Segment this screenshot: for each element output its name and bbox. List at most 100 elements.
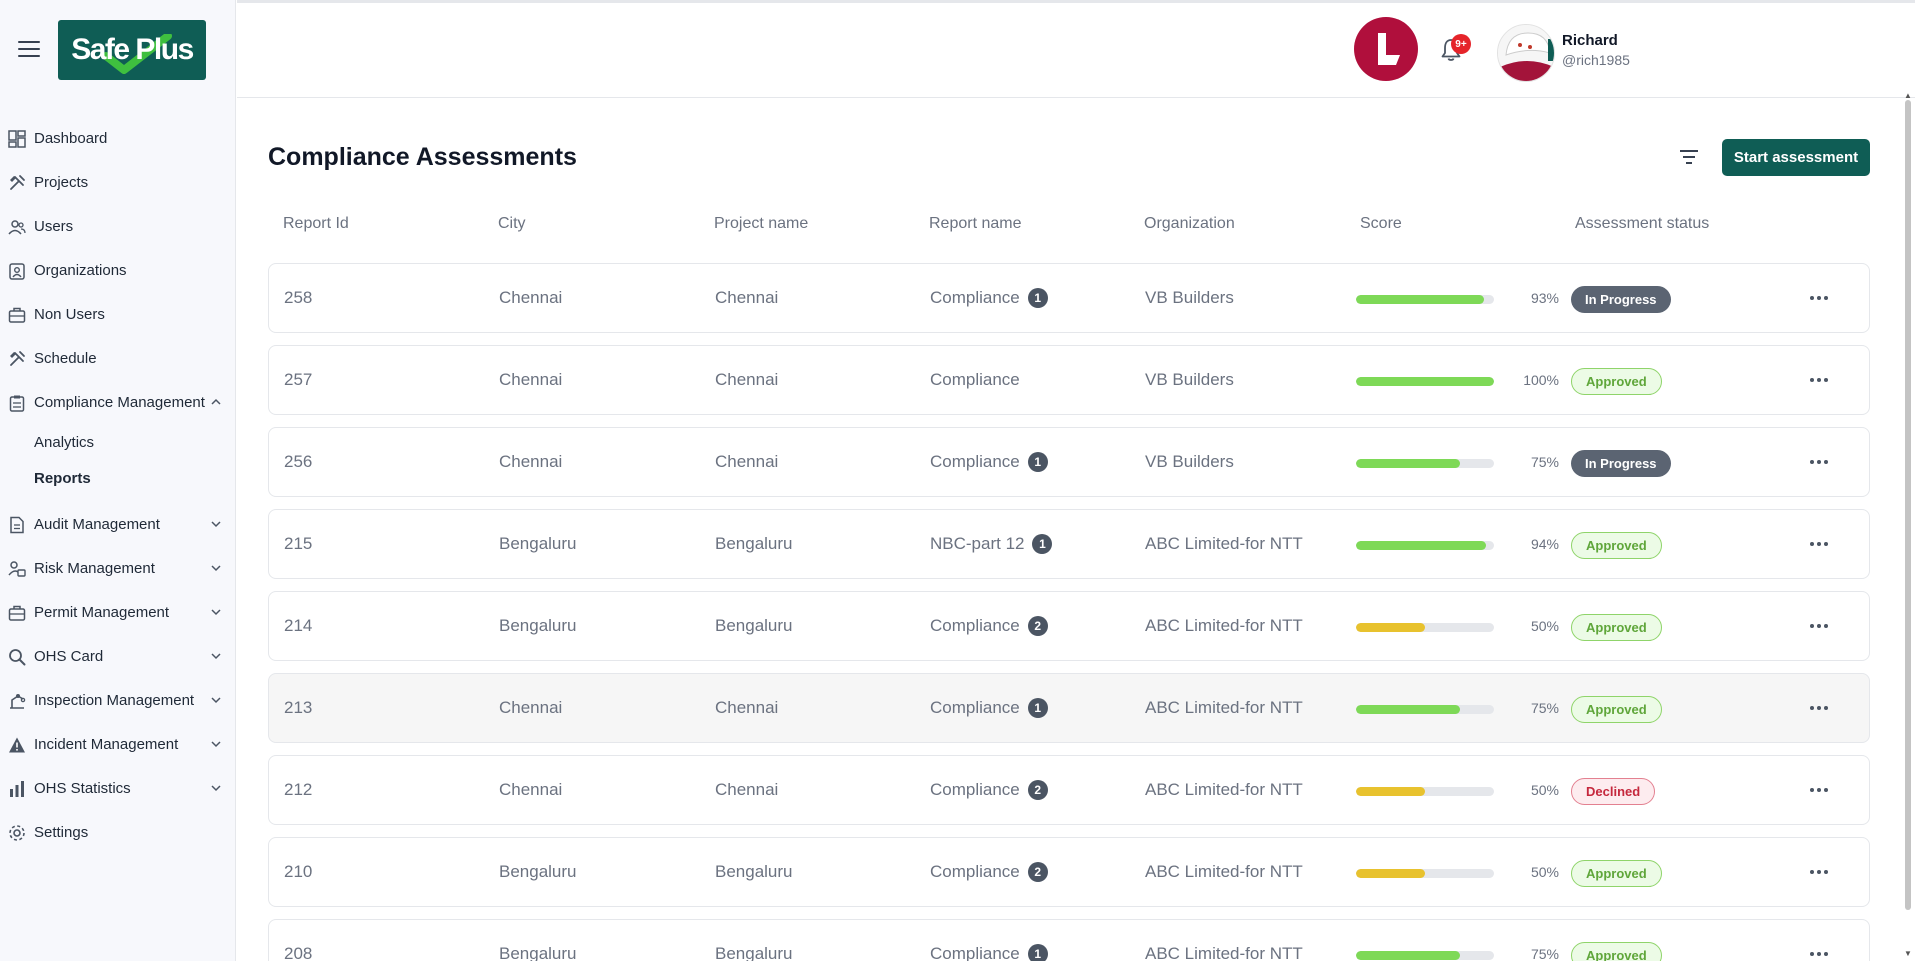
organization-cell: ABC Limited-for NTT — [1145, 944, 1303, 961]
sidebar-item-projects[interactable]: Projects — [0, 160, 236, 204]
table-row[interactable]: 256 Chennai Chennai Compliance 1 VB Builders 7… — [268, 427, 1870, 497]
scroll-down-arrow-icon[interactable]: ▼ — [1903, 948, 1913, 958]
chevron-down-icon[interactable] — [210, 518, 222, 530]
more-actions-icon[interactable] — [1807, 862, 1831, 882]
status-badge: Declined — [1571, 778, 1656, 805]
table-row[interactable]: 258 Chennai Chennai Compliance 1 VB Builders 9… — [268, 263, 1870, 333]
more-actions-icon[interactable] — [1807, 288, 1831, 308]
start-assessment-button[interactable]: Start assessment — [1722, 139, 1870, 176]
table-row[interactable]: 213 Chennai Chennai Compliance 1 ABC Limited-… — [268, 673, 1870, 743]
chevron-down-icon[interactable] — [210, 562, 222, 574]
score-progress-bar — [1356, 459, 1494, 468]
score-progress-fill — [1356, 787, 1425, 796]
sidebar-item-label: Dashboard — [34, 129, 108, 147]
report-id-cell: 208 — [284, 944, 313, 961]
more-actions-icon[interactable] — [1807, 370, 1831, 390]
report-id-cell: 215 — [284, 534, 313, 553]
report-name-cell[interactable]: NBC-part 12 1 — [930, 510, 1053, 578]
hamburger-menu-icon[interactable] — [18, 41, 40, 59]
more-actions-icon[interactable] — [1807, 698, 1831, 718]
filter-icon[interactable] — [1678, 148, 1700, 166]
column-header-city[interactable]: City — [498, 215, 526, 233]
more-actions-icon[interactable] — [1807, 944, 1831, 961]
column-header-score[interactable]: Score — [1360, 215, 1402, 233]
project-name-cell: Chennai — [715, 698, 779, 717]
company-logo[interactable] — [1354, 17, 1418, 81]
table-row[interactable]: 208 Bengaluru Bengaluru Compliance 1 ABC Limi… — [268, 919, 1870, 961]
more-actions-icon[interactable] — [1807, 616, 1831, 636]
chevron-down-icon[interactable] — [210, 606, 222, 618]
more-actions-icon[interactable] — [1807, 534, 1831, 554]
city-cell: Chennai — [499, 698, 563, 717]
chevron-down-icon[interactable] — [210, 694, 222, 706]
project-name-cell: Chennai — [715, 780, 779, 799]
sidebar-item-label: Projects — [34, 173, 89, 191]
chevron-down-icon[interactable] — [210, 650, 222, 662]
more-actions-icon[interactable] — [1807, 780, 1831, 800]
status-badge: In Progress — [1571, 450, 1671, 477]
status-badge: Approved — [1571, 614, 1662, 641]
more-actions-icon[interactable] — [1807, 452, 1831, 472]
safeplus-logo[interactable]: Safe Plus — [58, 20, 206, 80]
report-name-cell[interactable]: Compliance 1 — [930, 428, 1048, 496]
sidebar-item-users[interactable]: Users — [0, 204, 236, 248]
sidebar-item-dashboard[interactable]: Dashboard — [0, 116, 236, 160]
sidebar-item-label: OHS Card — [34, 647, 104, 665]
score-progress-bar — [1356, 705, 1494, 714]
sidebar-subitem-analytics[interactable]: Analytics — [0, 424, 236, 460]
table-row[interactable]: 215 Bengaluru Bengaluru NBC-part 12 1 ABC Lim… — [268, 509, 1870, 579]
sidebar-subitem-reports[interactable]: Reports — [0, 460, 236, 496]
city-cell: Bengaluru — [499, 862, 577, 881]
scrollbar-thumb[interactable] — [1905, 100, 1911, 910]
city-cell: Chennai — [499, 370, 563, 389]
column-header-project-name[interactable]: Project name — [714, 215, 808, 233]
organization-icon — [9, 263, 25, 280]
report-name-cell[interactable]: Compliance — [930, 346, 1020, 414]
city-cell: Bengaluru — [499, 534, 577, 553]
organization-cell: VB Builders — [1145, 452, 1234, 471]
column-header-assessment-status[interactable]: Assessment status — [1575, 215, 1709, 233]
bar-chart-icon — [10, 781, 24, 797]
score-percent: 75% — [1530, 454, 1559, 470]
organization-cell: ABC Limited-for NTT — [1145, 862, 1303, 881]
chevron-down-icon[interactable] — [210, 738, 222, 750]
table-row[interactable]: 257 Chennai Chennai Compliance VB Builders 10… — [268, 345, 1870, 415]
sidebar-item-ohs-statistics[interactable]: OHS Statistics — [0, 766, 236, 810]
column-header-report-id[interactable]: Report Id — [283, 215, 349, 233]
organization-cell: ABC Limited-for NTT — [1145, 780, 1303, 799]
sidebar-item-audit-management[interactable]: Audit Management — [0, 502, 236, 546]
report-name-cell[interactable]: Compliance 1 — [930, 674, 1048, 742]
column-header-organization[interactable]: Organization — [1144, 215, 1235, 233]
chevron-down-icon[interactable] — [210, 782, 222, 794]
scroll-up-arrow-icon[interactable]: ▲ — [1903, 90, 1913, 100]
sidebar-item-compliance-management[interactable]: Compliance Management — [0, 380, 236, 424]
table-row[interactable]: 212 Chennai Chennai Compliance 2 ABC Limited-… — [268, 755, 1870, 825]
report-name-cell[interactable]: Compliance 2 — [930, 592, 1048, 660]
report-name-cell[interactable]: Compliance 2 — [930, 838, 1048, 906]
sidebar-item-non-users[interactable]: Non Users — [0, 292, 236, 336]
score-progress-fill — [1356, 459, 1460, 468]
sidebar-item-schedule[interactable]: Schedule — [0, 336, 236, 380]
document-icon — [10, 516, 24, 534]
score-percent: 100% — [1523, 372, 1559, 388]
sidebar-item-incident-management[interactable]: Incident Management — [0, 722, 236, 766]
user-name[interactable]: Richard — [1562, 32, 1618, 49]
chevron-up-icon[interactable] — [210, 396, 222, 408]
table-row[interactable]: 210 Bengaluru Bengaluru Compliance 2 ABC Limi… — [268, 837, 1870, 907]
score-progress-fill — [1356, 951, 1460, 960]
sidebar-item-inspection-management[interactable]: Inspection Management — [0, 678, 236, 722]
column-header-report-name[interactable]: Report name — [929, 215, 1022, 233]
sidebar-item-organizations[interactable]: Organizations — [0, 248, 236, 292]
report-id-cell: 257 — [284, 370, 313, 389]
report-name-cell[interactable]: Compliance 2 — [930, 756, 1048, 824]
table-row[interactable]: 214 Bengaluru Bengaluru Compliance 2 ABC Limi… — [268, 591, 1870, 661]
sidebar-item-ohs-card[interactable]: OHS Card — [0, 634, 236, 678]
avatar[interactable] — [1497, 24, 1555, 82]
report-name-cell[interactable]: Compliance 1 — [930, 920, 1048, 961]
status-badge: Approved — [1571, 532, 1662, 559]
sidebar-item-permit-management[interactable]: Permit Management — [0, 590, 236, 634]
sidebar-item-risk-management[interactable]: Risk Management — [0, 546, 236, 590]
sidebar-item-settings[interactable]: Settings — [0, 810, 236, 854]
report-name-cell[interactable]: Compliance 1 — [930, 264, 1048, 332]
page-title: Compliance Assessments — [268, 143, 577, 171]
